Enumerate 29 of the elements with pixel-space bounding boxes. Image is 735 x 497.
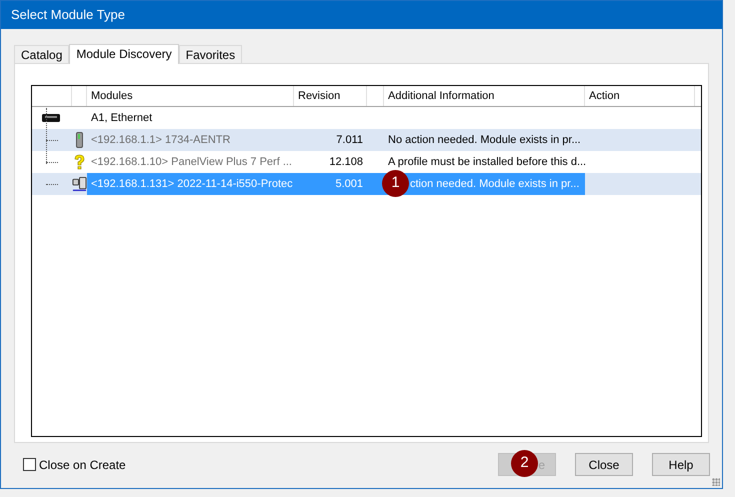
tree-item[interactable]: <192.168.1.10> PanelView Plus 7 Perf ... bbox=[87, 151, 294, 173]
column-header[interactable]: Modules bbox=[87, 86, 294, 106]
column-header[interactable]: Action bbox=[585, 86, 695, 106]
column-header[interactable]: Revision bbox=[294, 86, 367, 106]
dialog-button[interactable]: Help bbox=[652, 453, 710, 476]
tree-item[interactable]: A1, Ethernet bbox=[87, 107, 294, 129]
column-header[interactable]: Additional Information bbox=[384, 86, 585, 106]
selection-highlight bbox=[367, 173, 384, 195]
checkbox-label: Close on Create bbox=[39, 456, 126, 474]
tab[interactable]: Catalog bbox=[14, 45, 70, 63]
drive-icon bbox=[72, 176, 87, 192]
network-card-icon bbox=[42, 113, 60, 123]
tree-item[interactable]: <192.168.1.1> 1734-AENTR bbox=[87, 129, 294, 151]
module-list[interactable] bbox=[31, 85, 702, 437]
info-cell-text: A profile must be installed before this d... bbox=[388, 154, 586, 170]
callout-badge: 1 bbox=[382, 170, 409, 197]
dialog-button[interactable]: Close bbox=[575, 453, 633, 476]
revision-cell-text: 12.108 bbox=[328, 154, 364, 170]
resize-grip[interactable] bbox=[712, 478, 720, 486]
revision-cell-text: 7.011 bbox=[335, 132, 364, 148]
tab[interactable]: Module Discovery bbox=[69, 44, 179, 64]
checkbox[interactable] bbox=[23, 458, 36, 471]
window-title: Select Module Type bbox=[1, 1, 722, 29]
module-icon bbox=[76, 132, 83, 148]
revision-cell: 5.001 bbox=[294, 173, 367, 195]
info-cell-text: No action needed. Module exists in pr... bbox=[388, 132, 581, 148]
tab[interactable]: Favorites bbox=[178, 45, 242, 63]
info-cell-text: ction needed. Module exists in pr... bbox=[410, 176, 580, 192]
question-mark-icon bbox=[74, 154, 85, 170]
